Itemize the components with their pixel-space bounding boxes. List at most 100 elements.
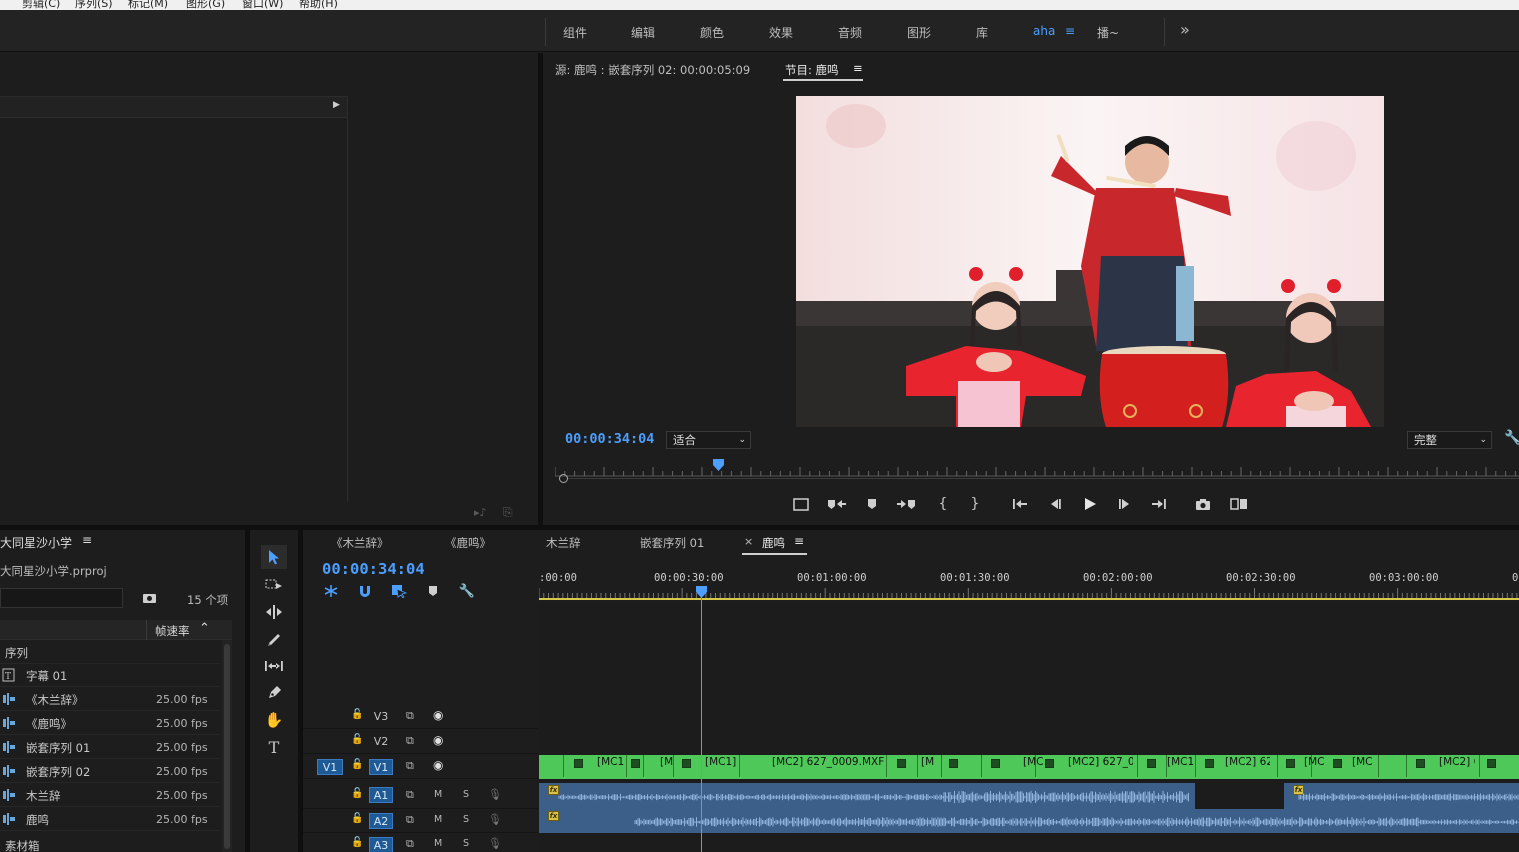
clip-label[interactable]: [MC2] 627_0 xyxy=(1068,756,1133,768)
track-name[interactable]: V3 xyxy=(371,709,391,725)
ripple-edit-tool-icon[interactable] xyxy=(261,600,287,624)
clip-boundary[interactable] xyxy=(563,755,564,777)
eye-icon[interactable]: ◉ xyxy=(433,733,443,747)
timeline-tab-luming-quoted[interactable]: 《鹿鸣》 xyxy=(445,535,491,551)
mark-in-icon[interactable] xyxy=(826,495,848,513)
project-item-row[interactable]: 《木兰辞》 25.00 fps xyxy=(0,688,220,711)
solo-button[interactable]: S xyxy=(463,789,469,800)
audio-only-icon[interactable]: ▸♪ xyxy=(474,506,487,519)
clip-boundary[interactable] xyxy=(626,755,627,777)
microphone-icon[interactable]: 🎙 xyxy=(488,837,502,850)
clip-boundary[interactable] xyxy=(1195,755,1196,777)
workspace-tab-graphics[interactable]: 图形 xyxy=(907,24,931,41)
scrollbar-thumb[interactable] xyxy=(224,644,230,849)
clip-label[interactable]: [MC1] xyxy=(597,756,624,768)
selection-tool-icon[interactable] xyxy=(261,545,287,569)
panel-menu-icon[interactable]: ≡ xyxy=(794,534,804,548)
track-name[interactable]: V2 xyxy=(371,734,391,750)
menu-clip[interactable]: 剪辑(C) xyxy=(22,0,60,10)
workspace-tab-effects[interactable]: 效果 xyxy=(769,24,793,41)
mark-out-icon[interactable] xyxy=(895,495,917,513)
go-to-in-icon[interactable] xyxy=(1010,495,1030,513)
timeline-tab-nested-01[interactable]: 嵌套序列 01 xyxy=(640,535,704,551)
track-target-a2[interactable]: A2 xyxy=(369,813,393,829)
search-input[interactable] xyxy=(0,588,123,608)
type-tool-icon[interactable]: T xyxy=(261,735,287,759)
microphone-icon[interactable]: 🎙 xyxy=(488,788,502,801)
wrench-settings-icon[interactable]: 🔧 xyxy=(1504,430,1519,446)
play-icon[interactable] xyxy=(1079,494,1101,514)
clip-boundary[interactable] xyxy=(941,755,942,777)
step-back-icon[interactable] xyxy=(1045,495,1065,513)
mute-button[interactable]: M xyxy=(434,838,442,849)
workspace-menu-icon[interactable]: ≡ xyxy=(1065,24,1075,38)
project-item-row[interactable]: T 字幕 01 xyxy=(0,664,220,687)
bin-row[interactable]: 素材箱 xyxy=(0,833,220,852)
zoom-scroll-track[interactable] xyxy=(568,478,1519,479)
project-item-row[interactable]: 鹿鸣 25.00 fps xyxy=(0,808,220,831)
lock-icon[interactable]: 🔓 xyxy=(351,734,363,745)
workspace-tab-libraries[interactable]: 库 xyxy=(976,24,988,41)
clip-boundary[interactable] xyxy=(981,755,982,777)
clip-label[interactable]: [M xyxy=(921,756,939,768)
program-timecode[interactable]: 00:00:34:04 xyxy=(565,431,654,447)
compare-view-icon[interactable] xyxy=(1228,495,1250,513)
lock-icon[interactable]: 🔓 xyxy=(351,709,363,720)
sync-lock-icon[interactable]: ⧉ xyxy=(406,788,414,802)
linked-selection-icon[interactable] xyxy=(390,583,408,599)
menu-help[interactable]: 帮助(H) xyxy=(299,0,338,10)
nest-toggle-icon[interactable] xyxy=(322,583,340,599)
workspace-tab-audio[interactable]: 音频 xyxy=(838,24,862,41)
frame-rate-header[interactable]: 帧速率 xyxy=(155,623,190,639)
sync-lock-icon[interactable]: ⧉ xyxy=(406,837,414,851)
track-target-v1[interactable]: V1 xyxy=(369,759,393,775)
menu-graphics[interactable]: 图形(G) xyxy=(186,0,225,10)
mute-button[interactable]: M xyxy=(434,814,442,825)
expand-arrow-icon[interactable]: ▶ xyxy=(333,100,340,110)
track-select-tool-icon[interactable] xyxy=(261,573,287,597)
pen-tool-icon[interactable] xyxy=(261,681,287,705)
sync-lock-icon[interactable]: ⧉ xyxy=(406,709,414,723)
clip-boundary[interactable] xyxy=(643,755,644,777)
snap-magnet-icon[interactable] xyxy=(356,583,374,599)
clip-boundary[interactable] xyxy=(673,755,674,777)
sort-ascending-icon[interactable]: ⌃ xyxy=(199,621,210,636)
close-tab-icon[interactable]: × xyxy=(744,535,753,548)
workspace-tab-color[interactable]: 颜色 xyxy=(700,24,724,41)
v1-track-clips[interactable]: [MC1] [M [MC1] [MC2] 627_0009.MXF [M [MC [MC2]… xyxy=(539,755,1519,779)
clip-label[interactable]: [MC xyxy=(1023,756,1043,768)
slip-tool-icon[interactable] xyxy=(261,654,287,678)
menu-sequence[interactable]: 序列(S) xyxy=(75,0,113,10)
project-scrollbar[interactable] xyxy=(222,640,232,852)
source-monitor-tab[interactable]: 源: 鹿鸣 : 嵌套序列 02: 00:00:05:09 xyxy=(555,62,750,78)
eye-icon[interactable]: ◉ xyxy=(433,758,443,772)
solo-button[interactable]: S xyxy=(463,814,469,825)
zoom-dropdown[interactable]: 适合 ⌄ xyxy=(666,431,751,449)
clip-boundary[interactable] xyxy=(1378,755,1379,777)
clip-boundary[interactable] xyxy=(1406,755,1407,777)
solo-button[interactable]: S xyxy=(463,838,469,849)
mark-out-bracket-icon[interactable]: } xyxy=(966,495,984,513)
clip-boundary[interactable] xyxy=(917,755,918,777)
timeline-settings-wrench-icon[interactable]: 🔧 xyxy=(458,583,476,599)
lock-icon[interactable]: 🔓 xyxy=(351,759,363,770)
program-monitor-tab[interactable]: 节目: 鹿鸣 xyxy=(785,62,839,78)
project-item-row[interactable]: 木兰辞 25.00 fps xyxy=(0,784,220,807)
lock-icon[interactable]: 🔓 xyxy=(351,788,363,799)
menu-window[interactable]: 窗口(W) xyxy=(242,0,283,10)
workspace-tab-aha[interactable]: aha xyxy=(1033,24,1055,38)
clip-label[interactable]: [MC xyxy=(1304,756,1326,768)
eye-icon[interactable]: ◉ xyxy=(433,708,443,722)
sync-lock-icon[interactable]: ⧉ xyxy=(406,759,414,773)
workspace-tab-broadcast[interactable]: 播~ xyxy=(1097,24,1119,41)
menu-marker[interactable]: 标记(M) xyxy=(128,0,168,10)
razor-tool-icon[interactable] xyxy=(261,627,287,651)
program-ruler[interactable] xyxy=(554,463,1519,477)
more-workspaces-icon[interactable]: » xyxy=(1180,20,1190,39)
add-marker-icon[interactable] xyxy=(862,495,882,513)
panel-menu-icon[interactable]: ≡ xyxy=(82,533,92,547)
clip-label[interactable]: [MC1] xyxy=(705,756,737,768)
clip-boundary[interactable] xyxy=(886,755,887,777)
clip-label[interactable]: [MC2] 627_0009.MXF xyxy=(772,756,884,768)
project-title[interactable]: 大同星沙小学 xyxy=(0,534,72,551)
